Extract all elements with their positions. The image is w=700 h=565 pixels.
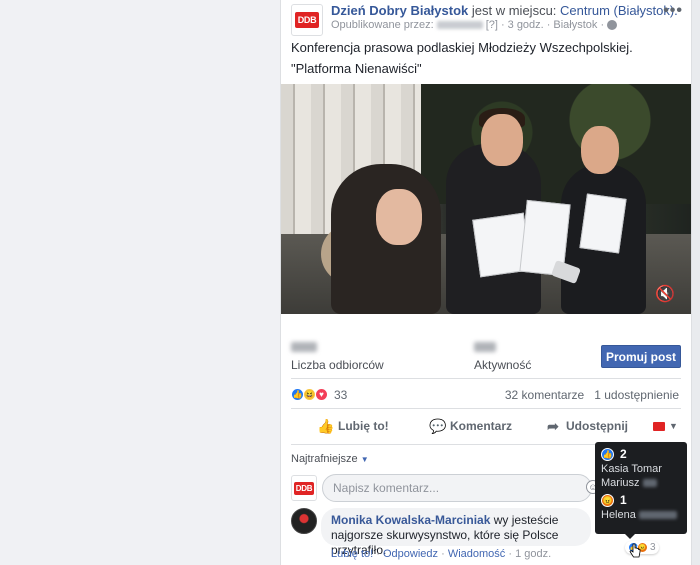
thumbs-up-icon: 👍	[317, 418, 335, 434]
surname-redacted	[642, 479, 657, 487]
video-face-center	[481, 114, 523, 166]
tooltip-angry-count: 1	[620, 493, 627, 507]
page-avatar-selector-icon[interactable]	[653, 422, 665, 431]
comment-actions: Lubię to! · Odpowiedz · Wiadomość · 1 go…	[331, 548, 552, 560]
comments-shares-summary: 32 komentarze 1 udostępnienie	[505, 388, 679, 402]
comment-message-link[interactable]: Wiadomość	[448, 548, 505, 560]
comment-sort-dropdown[interactable]: Najtrafniejsze ▼	[291, 453, 369, 465]
meta-dot: ·	[600, 19, 605, 31]
comment-button[interactable]: 💬 Komentarz	[429, 418, 512, 434]
post-place: Białystok	[553, 19, 598, 31]
like-reaction-icon: 👍	[601, 447, 614, 461]
published-by-extra: [?]	[485, 19, 498, 31]
reach-label: Liczba odbiorców	[291, 358, 384, 372]
tooltip-like-name-row: Mariusz	[601, 477, 681, 489]
avatar[interactable]	[291, 508, 317, 534]
tooltip-like-name: Kasia Tomar	[601, 463, 662, 475]
publisher-name-redacted	[436, 21, 483, 29]
promote-post-button[interactable]: Promuj post	[601, 345, 681, 368]
engagement-value-redacted	[474, 342, 496, 352]
comment-icon: 💬	[429, 418, 447, 434]
surname-redacted	[638, 511, 677, 519]
tooltip-like-row: 👍 2	[601, 447, 681, 461]
globe-icon	[607, 20, 618, 30]
meta-dot: ·	[500, 19, 505, 31]
page-logo[interactable]: DDB	[291, 4, 323, 36]
published-by-label: Opublikowane przez:	[331, 19, 434, 31]
like-button-label: Lubię to!	[338, 419, 389, 433]
comments-count-link[interactable]: 32 komentarze	[505, 388, 584, 402]
angry-reaction-icon: 😠	[601, 493, 614, 507]
location-prefix: jest w miejscu:	[471, 3, 557, 18]
share-arrow-icon: ➦	[547, 418, 559, 434]
post-text-line2: "Platforma Nienawiści"	[291, 61, 422, 76]
comment-time[interactable]: 1 godz.	[515, 548, 551, 560]
post-header: Dzień Dobry Białystok jest w miejscu: Ce…	[331, 3, 678, 18]
video-face-right	[581, 126, 619, 174]
tooltip-pointer	[625, 534, 635, 539]
engagement-label: Aktywność	[474, 358, 532, 372]
share-button-label: Udostępnij	[566, 419, 628, 433]
video-paper-sheet	[579, 193, 627, 254]
comment-reaction-count: 3	[650, 542, 656, 553]
comment-like-link[interactable]: Lubię to!	[331, 548, 373, 560]
post-time[interactable]: 3 godz.	[508, 19, 544, 31]
divider	[291, 408, 681, 409]
more-dots-icon[interactable]: •••	[663, 2, 683, 20]
tooltip-angry-name: Helena	[601, 509, 636, 521]
caret-down-icon: ▼	[360, 455, 369, 464]
comment-author-link[interactable]: Monika Kowalska-Marciniak	[331, 513, 490, 527]
commenter-page-logo: DDB	[291, 475, 317, 501]
tooltip-angry-row: 😠 1	[601, 493, 681, 507]
love-reaction-icon[interactable]: ♥	[315, 388, 328, 401]
meta-dot: ·	[546, 19, 551, 31]
divider	[291, 378, 681, 379]
page-name-link[interactable]: Dzień Dobry Białystok	[331, 3, 468, 18]
shares-count-link[interactable]: 1 udostępnienie	[594, 388, 679, 402]
comment-reply-link[interactable]: Odpowiedz	[383, 548, 438, 560]
comment-bubble: Monika Kowalska-Marciniak wy jesteście n…	[321, 508, 591, 557]
post-text-line1: Konferencja prasowa podlaskiej Młodzieży…	[291, 40, 633, 55]
post-meta: Opublikowane przez: [?] · 3 godz. · Biał…	[331, 19, 618, 31]
reaction-count[interactable]: 33	[334, 388, 347, 402]
video-face-left	[376, 189, 422, 245]
hand-cursor-icon	[629, 543, 641, 558]
sort-label: Najtrafniejsze	[291, 453, 358, 465]
post-video[interactable]: 🔇	[281, 84, 691, 314]
location-link[interactable]: Centrum (Białystok).	[560, 3, 678, 18]
tooltip-like-name: Mariusz	[601, 477, 640, 489]
chevron-down-icon[interactable]: ▼	[669, 421, 678, 431]
comment-input[interactable]: Napisz komentarz...	[322, 474, 592, 502]
reactions-tooltip: 👍 2 Kasia Tomar Mariusz 😠 1 Helena	[595, 442, 687, 539]
tooltip-like-count: 2	[620, 447, 627, 461]
reach-value-redacted	[291, 342, 317, 352]
left-gutter	[0, 0, 280, 565]
share-button[interactable]: ➦ Udostępnij	[545, 418, 628, 434]
like-button[interactable]: 👍 Lubię to!	[317, 418, 389, 434]
comment-button-label: Komentarz	[450, 419, 513, 433]
tooltip-angry-name-row: Helena	[601, 509, 681, 521]
mute-icon[interactable]: 🔇	[655, 284, 675, 304]
